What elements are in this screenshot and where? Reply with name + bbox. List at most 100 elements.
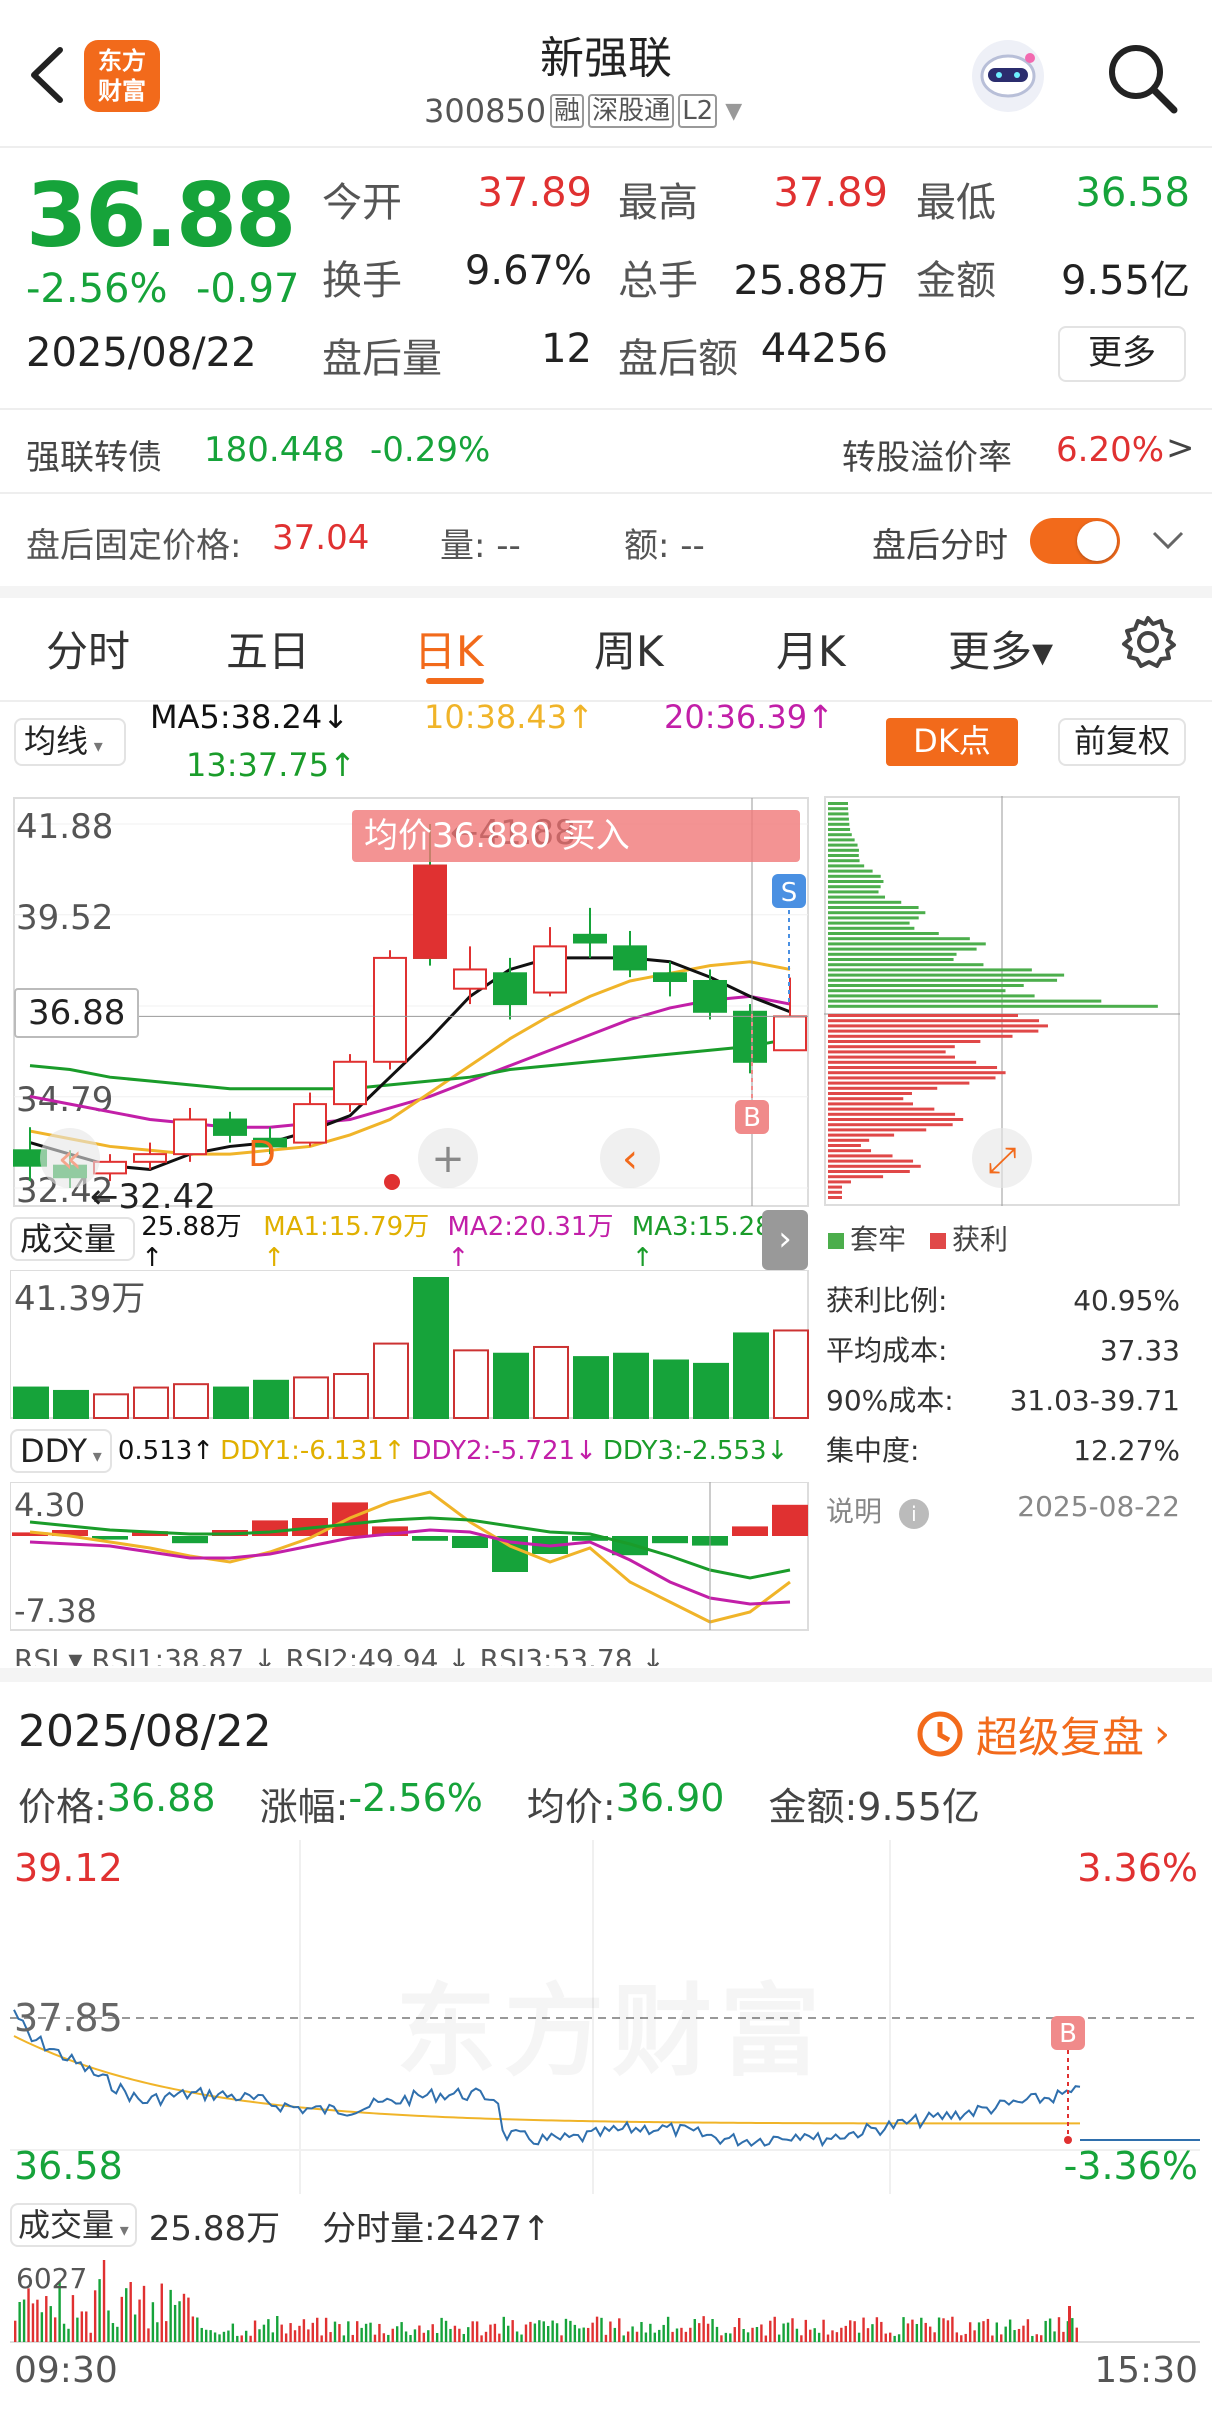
- stock-code-row[interactable]: 300850 融 深股通 L2 ▼: [424, 90, 794, 132]
- tab-daily-k[interactable]: 日K: [414, 618, 484, 679]
- chip-bar-trapped: [828, 859, 860, 863]
- expand-panel-button[interactable]: ›: [762, 1210, 808, 1270]
- dropdown-arrow-icon: ▼: [725, 98, 743, 124]
- ivol-bar: [329, 2332, 332, 2342]
- ddy-bar: [172, 1536, 208, 1544]
- chip-bar-profit: [828, 1144, 861, 1147]
- ma10-value: 10:38.43↑: [424, 698, 594, 736]
- ivol-bar: [302, 2319, 306, 2342]
- chip-bar-profit: [828, 1118, 964, 1121]
- ivol-bar: [498, 2333, 501, 2342]
- chip-bar-trapped: [828, 1004, 1158, 1008]
- chip-bar-trapped: [828, 833, 852, 837]
- ivol-bar: [942, 2318, 945, 2342]
- super-replay-link[interactable]: 超级复盘 ›: [914, 1704, 1170, 1764]
- chip-bar-profit: [828, 1014, 1018, 1017]
- ivol-bar: [875, 2317, 879, 2342]
- intraday-volume-selector[interactable]: 成交量 ▾: [10, 2203, 137, 2247]
- chip-bar-trapped: [828, 843, 858, 847]
- ivol-bar: [973, 2330, 976, 2342]
- ivol-bar: [946, 2320, 950, 2342]
- chip-bar-profit: [828, 1149, 872, 1153]
- ivol-bar: [480, 2335, 483, 2342]
- chip-bar-trapped: [828, 802, 848, 805]
- candle-body: [533, 945, 567, 994]
- ivol-bar: [995, 2322, 999, 2342]
- ivol-bar: [347, 2321, 350, 2342]
- ivol-bar: [76, 2317, 79, 2342]
- ivol-bar: [133, 2314, 137, 2342]
- dk-point-button[interactable]: DK点: [886, 718, 1018, 766]
- chip-bar-profit: [828, 1066, 998, 1069]
- ma-selector[interactable]: 均线 ▾: [14, 718, 126, 766]
- after-intraday-toggle[interactable]: [1030, 518, 1120, 564]
- chip-bar-trapped: [828, 984, 1024, 987]
- ivol-bar: [444, 2320, 448, 2342]
- ddy2-value: DDY2:-5.721↓: [411, 1436, 597, 1466]
- chip-bar-profit: [828, 1045, 955, 1049]
- expand-icon: ⤢: [988, 1140, 1017, 1181]
- ivol-bar: [889, 2332, 892, 2342]
- ivol-bar: [649, 2323, 652, 2342]
- chip-bar-trapped: [828, 968, 1032, 972]
- robot-assistant-icon[interactable]: [966, 34, 1050, 118]
- ivol-bar: [356, 2321, 359, 2342]
- volume-bar: [173, 1383, 209, 1420]
- ivol-bar: [671, 2331, 674, 2342]
- ivol-bar: [897, 2334, 901, 2342]
- legend-trapped: 套牢: [828, 1218, 906, 1258]
- ivol-bar: [769, 2320, 772, 2342]
- chip-legend: 套牢 获利: [828, 1218, 1008, 1258]
- search-icon[interactable]: [1104, 40, 1180, 116]
- more-button[interactable]: 更多: [1058, 326, 1186, 382]
- ddy-selector[interactable]: DDY ▾: [10, 1429, 112, 1473]
- tab-five-day[interactable]: 五日: [226, 618, 310, 679]
- chip-bar-profit: [828, 1164, 921, 1168]
- adjust-mode-button[interactable]: 前复权: [1058, 718, 1186, 766]
- tab-more[interactable]: 更多▾: [948, 618, 1053, 679]
- tab-weekly-k[interactable]: 周K: [594, 618, 664, 679]
- rsi-legend-row[interactable]: RSI ▾ RSI1:38.87 ↓ RSI2:49.94 ↓ RSI3:53.…: [14, 1640, 814, 1666]
- ivol-bar: [746, 2332, 750, 2342]
- ivol-bar: [85, 2311, 88, 2342]
- legend-profit: 获利: [930, 1218, 1008, 1258]
- volume-selector[interactable]: 成交量 ▾: [10, 1217, 136, 1301]
- tab-monthly-k[interactable]: 月K: [776, 618, 846, 679]
- chip-bar-trapped: [828, 963, 984, 967]
- chart-control-icon: «: [58, 1136, 82, 1182]
- ivol-bar: [529, 2321, 532, 2342]
- ivol-bar: [1008, 2319, 1012, 2342]
- ivol-bar: [573, 2324, 577, 2342]
- convertible-bond-row[interactable]: 强联转债 180.448 -0.29% 转股溢价率 6.20% >: [0, 410, 1212, 492]
- ivol-bar: [484, 2331, 488, 2342]
- tab-intraday[interactable]: 分时: [46, 618, 130, 679]
- ivol-bar: [71, 2295, 75, 2342]
- volume-bar: [213, 1386, 249, 1419]
- settings-gear-icon[interactable]: [1118, 612, 1178, 672]
- ivol-bar: [1044, 2320, 1047, 2342]
- intraday-top-right: 3.36%: [1077, 1846, 1198, 1890]
- ivol-bar: [373, 2334, 377, 2342]
- after-amount: 额: --: [624, 526, 705, 566]
- explain-row[interactable]: 说明 i 2025-08-22: [826, 1490, 1180, 1530]
- ivol-bar: [951, 2316, 954, 2342]
- chip-bar-profit: [828, 1123, 953, 1127]
- chip-bar-trapped: [828, 828, 851, 831]
- intraday-volume-chart: [10, 2256, 1200, 2343]
- ivol-bar: [698, 2323, 701, 2342]
- ivol-bar: [289, 2323, 292, 2342]
- expand-chevron-icon[interactable]: [1148, 524, 1188, 554]
- chip-bar-trapped: [828, 942, 986, 946]
- ivol-bar: [218, 2334, 221, 2342]
- ddy-bar: [732, 1526, 768, 1536]
- ivol-bar: [813, 2328, 816, 2342]
- ivol-bar: [955, 2332, 959, 2342]
- ivol-bar: [475, 2321, 479, 2342]
- ddy-max-label: 4.30: [14, 1486, 85, 1524]
- ivol-bar: [533, 2323, 537, 2342]
- ivol-bar: [31, 2303, 35, 2342]
- chip-stat-row: 90%成本: 31.03-39.71: [826, 1376, 1180, 1426]
- ivol-bar: [253, 2320, 257, 2342]
- ivol-bar: [209, 2330, 212, 2342]
- intraday-volume-legend: 成交量 ▾ 25.88万 分时量:2427↑: [10, 2200, 551, 2250]
